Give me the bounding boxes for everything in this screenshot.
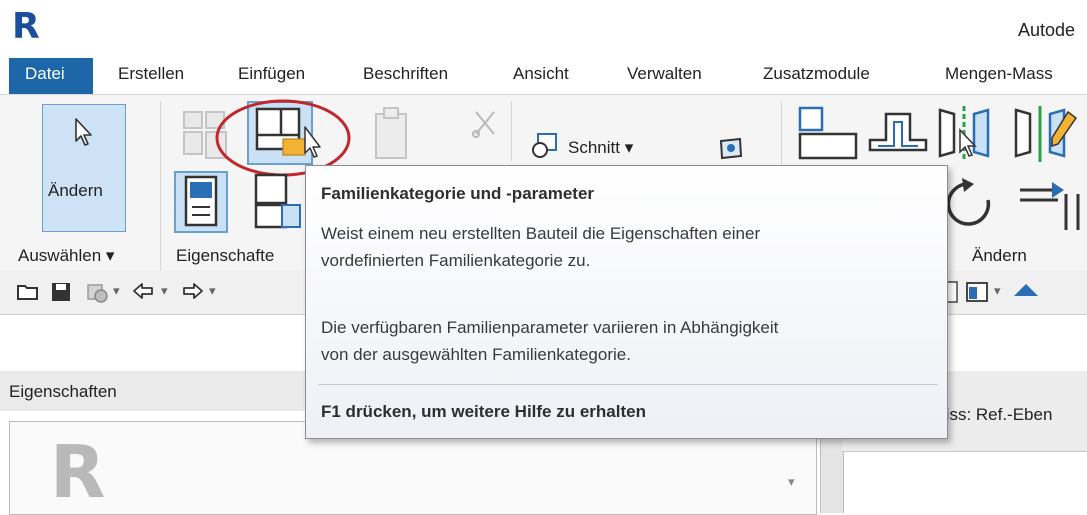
offset-icon[interactable]: [866, 106, 930, 164]
properties-palette-title: Eigenschaften: [9, 382, 117, 401]
app-logo[interactable]: R: [12, 6, 40, 47]
tab-beschriften[interactable]: Beschriften: [363, 64, 448, 84]
select-panel-label[interactable]: Auswählen ▾: [18, 246, 114, 266]
tab-ansicht[interactable]: Ansicht: [513, 64, 569, 84]
modify-panel-label: Ändern: [972, 246, 1027, 265]
tab-zusatzmodule[interactable]: Zusatzmodule: [763, 64, 870, 84]
trim-extend-icon[interactable]: [1014, 176, 1087, 232]
tooltip-description-line: vordefinierten Familienkategorie zu.: [321, 251, 591, 270]
ribbon-separator: [160, 101, 161, 271]
chevron-down-icon[interactable]: ▾: [161, 283, 168, 299]
cut-icon[interactable]: [470, 108, 500, 138]
tooltip-detail-line: Die verfügbaren Familienparameter variie…: [321, 318, 779, 337]
window-layout-icon[interactable]: [966, 281, 988, 303]
chevron-down-icon[interactable]: ▾: [209, 283, 216, 299]
tab-datei[interactable]: Datei: [9, 58, 93, 94]
open-folder-icon[interactable]: [16, 282, 40, 302]
window-title: Autode: [1018, 20, 1076, 40]
cursor-arrow-icon: [73, 117, 95, 147]
tooltip-title: Familienkategorie und -parameter: [321, 184, 595, 203]
mirror-pick-axis-icon[interactable]: [934, 104, 994, 166]
modify-button-label: Ändern: [48, 181, 103, 200]
tooltip-detail: Die verfügbaren Familienparameter variie…: [321, 314, 778, 368]
view-icon[interactable]: [718, 136, 744, 162]
properties-panel-label: Eigenschafte: [176, 246, 275, 265]
tab-label: Datei: [25, 64, 65, 83]
properties-button[interactable]: [174, 171, 228, 233]
rotate-icon[interactable]: [944, 176, 1000, 234]
chevron-down-icon[interactable]: ▾: [994, 283, 1001, 299]
modify-button[interactable]: Ändern: [42, 104, 126, 232]
tab-mengen-mass[interactable]: Mengen-Mass: [945, 64, 1053, 84]
tab-erstellen[interactable]: Erstellen: [118, 64, 184, 84]
section-box-icon[interactable]: [1012, 282, 1042, 300]
section-icon[interactable]: [530, 130, 560, 160]
family-types-small-icon[interactable]: [252, 171, 304, 231]
tooltip-description: Weist einem neu erstellten Bauteil die E…: [321, 220, 760, 274]
tooltip-help-text: F1 drücken, um weitere Hilfe zu erhalten: [321, 402, 646, 421]
title-bar: [0, 0, 1087, 58]
ribbon-tab-bar: Datei Erstellen Einfügen Beschriften Ans…: [0, 58, 1087, 94]
mirror-draw-axis-icon[interactable]: [1010, 104, 1087, 166]
section-button-label[interactable]: Schnitt ▾: [568, 138, 633, 158]
chevron-down-icon[interactable]: ▾: [113, 283, 120, 299]
tooltip-divider: [318, 384, 938, 385]
save-icon[interactable]: [50, 281, 72, 303]
tab-verwalten[interactable]: Verwalten: [627, 64, 702, 84]
thin-lines-icon[interactable]: [946, 280, 960, 304]
undo-icon[interactable]: [132, 281, 156, 303]
ribbon-separator: [511, 101, 512, 161]
redo-icon[interactable]: [180, 281, 204, 303]
sync-central-icon[interactable]: [85, 280, 109, 304]
type-preview-logo: R: [50, 430, 106, 514]
chevron-down-icon[interactable]: ▾: [788, 474, 795, 490]
view-tab-label: riss: Ref.-Eben: [940, 405, 1053, 424]
align-icon[interactable]: [796, 104, 860, 164]
tooltip-detail-line: von der ausgewählten Familienkategorie.: [321, 345, 631, 364]
tab-einfuegen[interactable]: Einfügen: [238, 64, 305, 84]
paste-icon[interactable]: [372, 106, 414, 162]
tooltip-description-line: Weist einem neu erstellten Bauteil die E…: [321, 224, 761, 243]
tooltip: Familienkategorie und -parameter Weist e…: [305, 165, 948, 439]
